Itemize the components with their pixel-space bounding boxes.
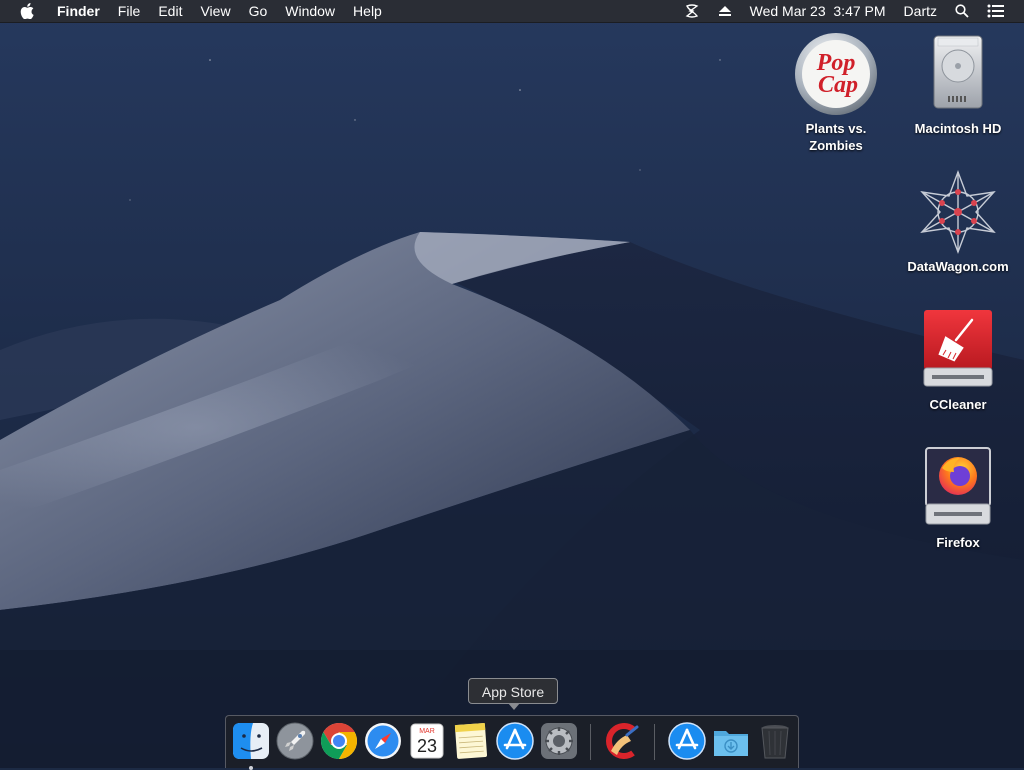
menu-file[interactable]: File bbox=[109, 0, 150, 22]
dock-item-ccleaner[interactable] bbox=[603, 721, 643, 761]
menu-view[interactable]: View bbox=[191, 0, 239, 22]
dock-tooltip-text: App Store bbox=[481, 684, 545, 700]
finder-icon bbox=[233, 723, 269, 759]
dock-separator bbox=[590, 724, 591, 760]
desktop-icon-label: CCleaner bbox=[929, 397, 987, 412]
chrome-icon bbox=[320, 723, 358, 759]
dock-item-app-store[interactable] bbox=[495, 721, 535, 761]
trash-icon bbox=[761, 725, 789, 759]
desktop-icon-ccleaner[interactable]: CCleaner bbox=[903, 308, 1013, 413]
launchpad-rocket-icon bbox=[276, 722, 314, 760]
desktop-icon-macintosh-hd[interactable]: Macintosh HD bbox=[903, 32, 1013, 137]
gear-icon bbox=[541, 723, 577, 759]
desktop-icon-firefox[interactable]: Firefox bbox=[903, 446, 1013, 551]
dock-item-launchpad[interactable] bbox=[275, 721, 315, 761]
app-store-icon bbox=[496, 722, 534, 760]
hard-drive-icon bbox=[916, 32, 1000, 116]
ccleaner-icon bbox=[606, 723, 639, 759]
desktop-icon-label: Plants vs. Zombies bbox=[805, 121, 867, 153]
status-swirl-icon[interactable] bbox=[675, 0, 709, 22]
calendar-icon: MAR 23 bbox=[410, 723, 444, 759]
menubar-user[interactable]: Dartz bbox=[895, 0, 946, 22]
app-store-icon bbox=[668, 722, 706, 760]
ccleaner-drive-icon bbox=[916, 308, 1000, 392]
desktop-icon-label: DataWagon.com bbox=[907, 259, 1009, 274]
dock-item-trash[interactable] bbox=[755, 721, 795, 761]
downloads-folder-icon bbox=[714, 731, 748, 756]
notification-center-icon[interactable] bbox=[978, 0, 1014, 22]
dock-item-downloads[interactable] bbox=[711, 721, 751, 761]
menu-go[interactable]: Go bbox=[240, 0, 277, 22]
popcap-logo-icon: Pop Cap bbox=[794, 32, 878, 116]
dock-item-notes[interactable] bbox=[451, 721, 491, 761]
desktop-icon-label: Firefox bbox=[936, 535, 980, 550]
dock-item-calendar[interactable]: MAR 23 bbox=[407, 721, 447, 761]
svg-text:Cap: Cap bbox=[818, 72, 858, 98]
dock-separator bbox=[654, 724, 655, 760]
network-star-icon bbox=[916, 170, 1000, 254]
dock: MAR 23 bbox=[225, 715, 799, 770]
dock-item-chrome[interactable] bbox=[319, 721, 359, 761]
menu-bar: Finder File Edit View Go Window Help Wed… bbox=[0, 0, 1024, 23]
dock-item-system-preferences[interactable] bbox=[539, 721, 579, 761]
running-indicator bbox=[249, 766, 253, 770]
spotlight-search-icon[interactable] bbox=[946, 0, 978, 22]
tooltip-arrow bbox=[508, 703, 520, 710]
svg-text:23: 23 bbox=[417, 736, 437, 756]
menu-edit[interactable]: Edit bbox=[149, 0, 191, 22]
menu-app-finder[interactable]: Finder bbox=[48, 0, 109, 22]
dock-item-safari[interactable] bbox=[363, 721, 403, 761]
desktop-icon-label: Macintosh HD bbox=[914, 121, 1002, 136]
eject-icon[interactable] bbox=[709, 0, 741, 22]
desktop-icon-datawagon[interactable]: DataWagon.com bbox=[903, 170, 1013, 275]
notes-icon bbox=[454, 722, 488, 759]
desktop-icon-plants-vs-zombies[interactable]: Pop Cap Plants vs. Zombies bbox=[781, 32, 891, 154]
apple-logo-icon[interactable] bbox=[0, 3, 48, 19]
menubar-clock[interactable]: Wed Mar 23 3:47 PM bbox=[741, 0, 895, 22]
menu-window[interactable]: Window bbox=[276, 0, 344, 22]
firefox-drive-icon bbox=[916, 446, 1000, 530]
menu-help[interactable]: Help bbox=[344, 0, 391, 22]
safari-compass-icon bbox=[365, 723, 401, 759]
dock-item-app-store-2[interactable] bbox=[667, 721, 707, 761]
dock-tooltip: App Store bbox=[468, 678, 558, 710]
svg-text:MAR: MAR bbox=[419, 728, 435, 735]
dock-item-finder[interactable] bbox=[231, 721, 271, 770]
